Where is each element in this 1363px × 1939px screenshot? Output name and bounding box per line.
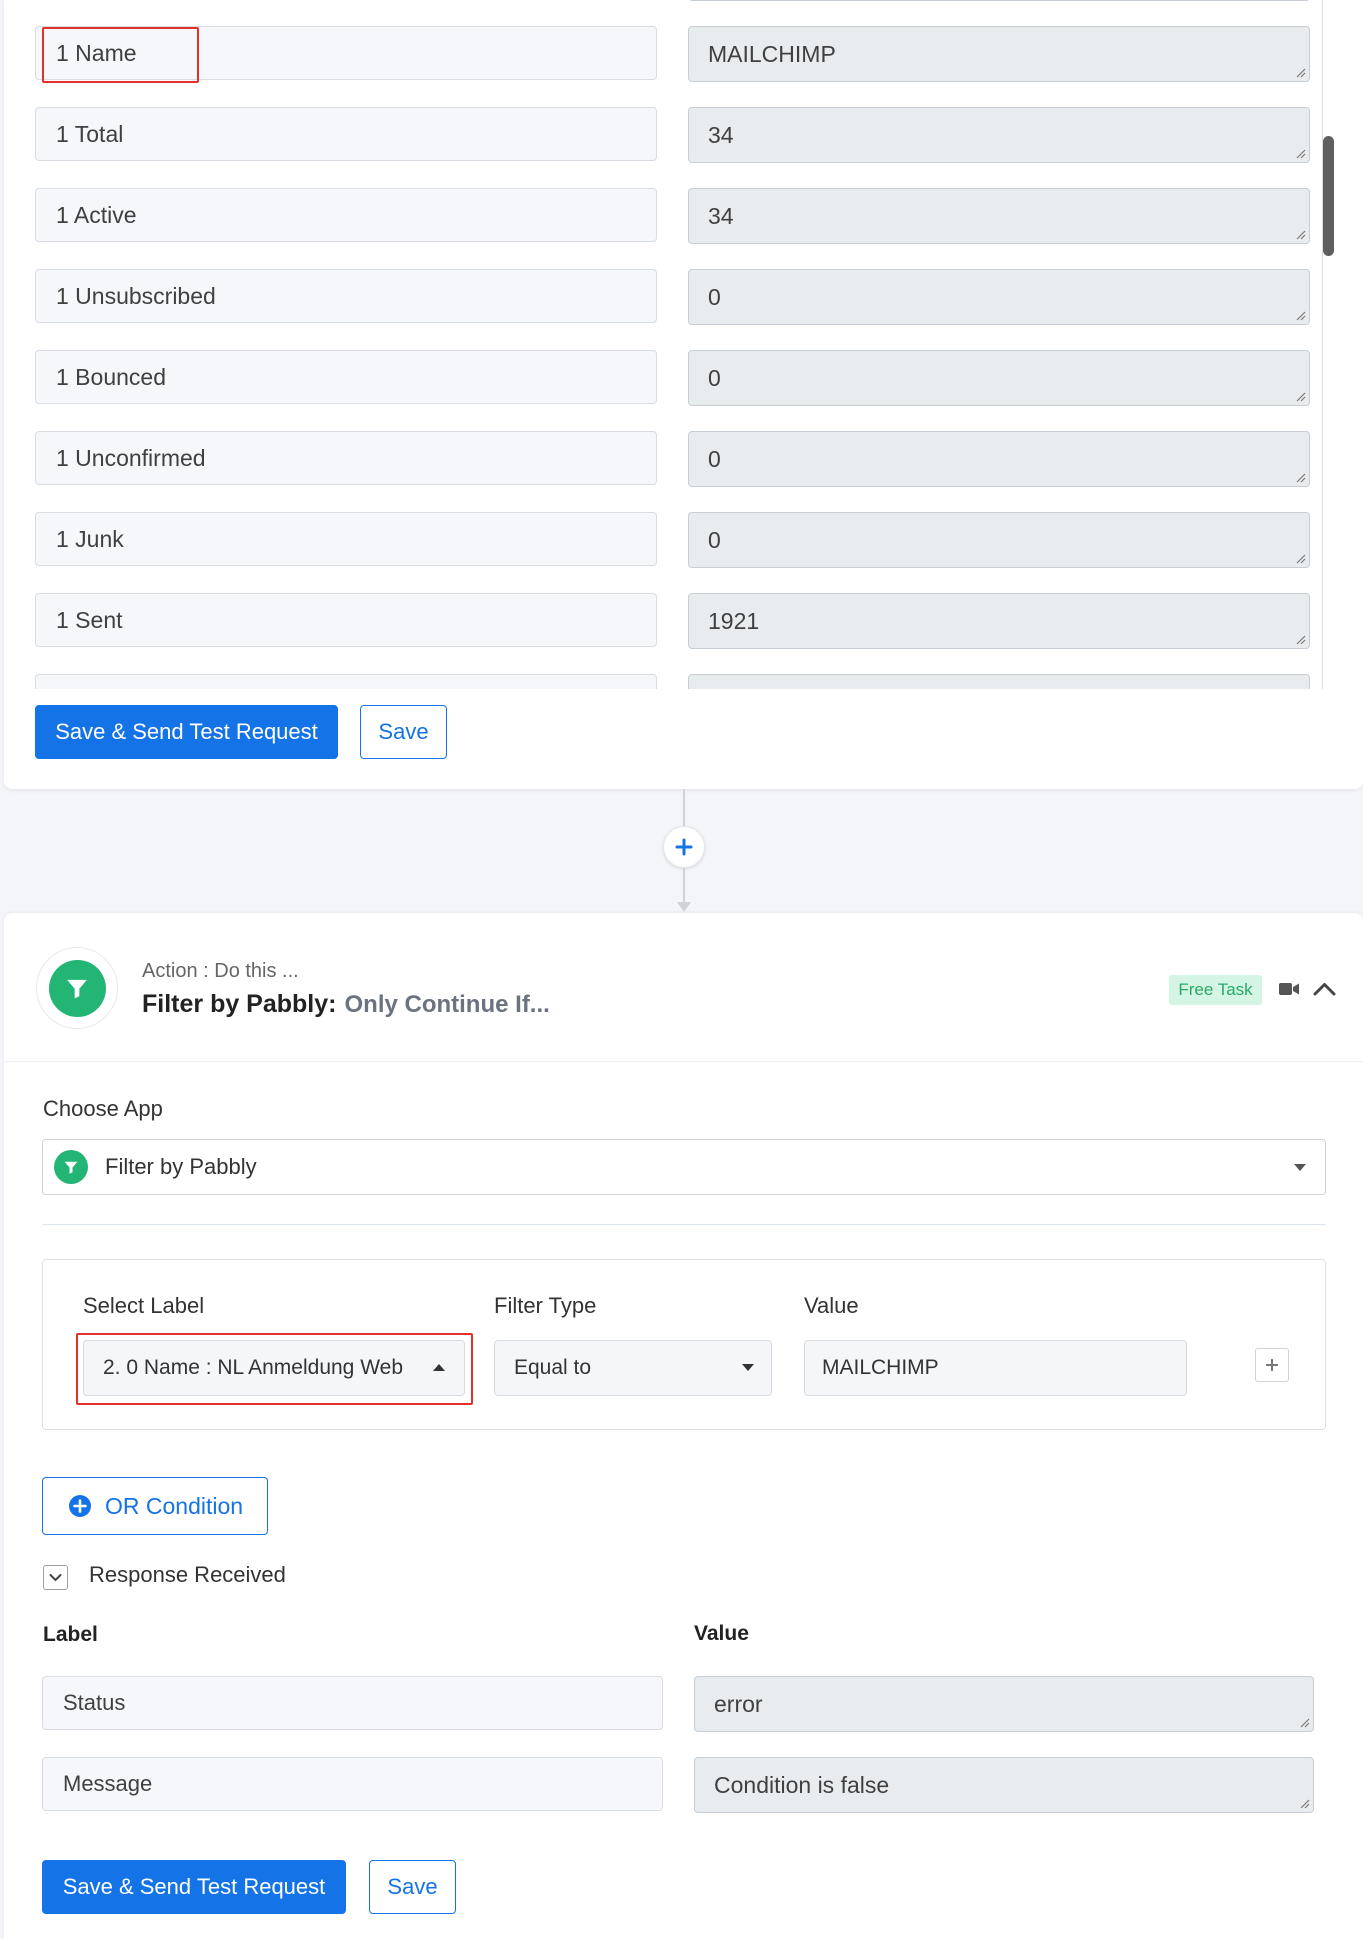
label-field-status[interactable]: Status	[42, 1676, 663, 1730]
label-field-bounced[interactable]: 1 Bounced	[35, 350, 657, 404]
value-field-partial[interactable]	[688, 0, 1310, 1]
response-label-header: Label	[43, 1623, 98, 1646]
value-field-active[interactable]: 34	[688, 188, 1310, 244]
filter-type-dropdown[interactable]: Equal to	[494, 1340, 772, 1396]
filter-type-header: Filter Type	[494, 1293, 597, 1318]
caret-down-icon	[742, 1364, 754, 1371]
resize-grip-icon[interactable]	[1295, 472, 1306, 483]
chevron-down-icon	[49, 1574, 62, 1582]
save-send-test-request-button[interactable]: Save & Send Test Request	[35, 705, 338, 759]
caret-up-icon	[433, 1364, 445, 1371]
value-field-junk[interactable]: 0	[688, 512, 1310, 568]
value-field-sent[interactable]: 1921	[688, 593, 1310, 649]
add-condition-button[interactable]	[1255, 1348, 1289, 1382]
response-received-label[interactable]: Response Received	[89, 1562, 286, 1588]
scrollbar-track[interactable]	[1322, 0, 1323, 689]
label-field-active[interactable]: 1 Active	[35, 188, 657, 242]
value-field-partial[interactable]	[688, 674, 1310, 689]
or-condition-label: OR Condition	[105, 1493, 244, 1519]
choose-app-select[interactable]: Filter by Pabbly	[42, 1139, 1326, 1195]
resize-grip-icon[interactable]	[1295, 67, 1306, 78]
step-caption: Action : Do this ...	[142, 960, 299, 982]
event-title: Only Continue If...	[344, 991, 550, 1018]
resize-grip-icon[interactable]	[1299, 1717, 1310, 1728]
value-field-status[interactable]: error	[694, 1676, 1314, 1732]
value-field-bounced[interactable]: 0	[688, 350, 1310, 406]
connector-line	[683, 868, 685, 903]
value-text: 0	[708, 527, 721, 553]
step-title[interactable]: Filter by Pabbly: Only Continue If...	[142, 989, 550, 1023]
save-button[interactable]: Save	[369, 1860, 456, 1914]
resize-grip-icon[interactable]	[1295, 634, 1306, 645]
plus-icon	[675, 838, 693, 856]
add-step-button[interactable]	[663, 826, 705, 868]
resize-grip-icon[interactable]	[1299, 1798, 1310, 1809]
select-label-value: 2. 0 Name : NL Anmeldung Web	[103, 1356, 403, 1379]
circle-plus-icon	[69, 1495, 91, 1517]
selected-app-text: Filter by Pabbly	[105, 1154, 257, 1179]
label-field-unsubscribed[interactable]: 1 Unsubscribed	[35, 269, 657, 323]
value-text: error	[714, 1691, 763, 1717]
funnel-icon	[48, 959, 106, 1017]
select-label-header: Select Label	[83, 1293, 205, 1318]
response-value-header: Value	[694, 1622, 749, 1645]
filter-condition-box: Select Label Filter Type Value 2. 0 Name…	[42, 1259, 1326, 1430]
value-field-message[interactable]: Condition is false	[694, 1757, 1314, 1813]
label-field-name[interactable]: 1 Name	[35, 26, 657, 80]
select-label-dropdown[interactable]: 2. 0 Name : NL Anmeldung Web	[83, 1340, 465, 1396]
caret-down-icon	[1294, 1164, 1306, 1171]
value-text: 0	[708, 446, 721, 472]
value-text: MAILCHIMP	[708, 41, 836, 67]
label-field-unconfirmed[interactable]: 1 Unconfirmed	[35, 431, 657, 485]
free-task-badge: Free Task	[1169, 975, 1262, 1005]
choose-app-label: Choose App	[43, 1096, 163, 1121]
header-divider	[4, 1061, 1363, 1062]
value-field-unconfirmed[interactable]: 0	[688, 431, 1310, 487]
filter-value-text: MAILCHIMP	[822, 1356, 939, 1379]
label-field-total[interactable]: 1 Total	[35, 107, 657, 161]
funnel-icon	[54, 1150, 88, 1184]
value-field-name[interactable]: MAILCHIMP	[688, 26, 1310, 82]
save-send-test-request-button[interactable]: Save & Send Test Request	[42, 1860, 346, 1914]
value-text: 0	[708, 365, 721, 391]
value-field-total[interactable]: 34	[688, 107, 1310, 163]
resize-grip-icon[interactable]	[1295, 148, 1306, 159]
resize-grip-icon[interactable]	[1295, 553, 1306, 564]
connector-arrow-icon	[677, 902, 691, 912]
label-field-message[interactable]: Message	[42, 1757, 663, 1811]
value-text: 34	[708, 122, 734, 148]
section-divider	[42, 1224, 1326, 1225]
label-field-partial[interactable]	[35, 674, 657, 689]
save-button[interactable]: Save	[360, 705, 447, 759]
or-condition-button[interactable]: OR Condition	[42, 1477, 268, 1535]
chevron-up-icon[interactable]	[1313, 981, 1336, 997]
scrollbar-thumb[interactable]	[1323, 136, 1334, 256]
response-fields-scroll-area[interactable]: 1 Name MAILCHIMP 1 Total 34 1 Active 34 …	[4, 0, 1320, 689]
resize-grip-icon[interactable]	[1295, 229, 1306, 240]
value-text: Condition is false	[714, 1772, 890, 1798]
filter-type-value: Equal to	[514, 1356, 592, 1379]
label-field-sent[interactable]: 1 Sent	[35, 593, 657, 647]
app-icon-ring	[36, 947, 118, 1029]
value-field-unsubscribed[interactable]: 0	[688, 269, 1310, 325]
response-card: 1 Name MAILCHIMP 1 Total 34 1 Active 34 …	[4, 0, 1363, 789]
resize-grip-icon[interactable]	[1295, 310, 1306, 321]
value-text: 0	[708, 284, 721, 310]
plus-icon	[1266, 1359, 1278, 1371]
resize-grip-icon[interactable]	[1295, 391, 1306, 402]
app-title: Filter by Pabbly:	[142, 990, 337, 1018]
label-field-junk[interactable]: 1 Junk	[35, 512, 657, 566]
value-header: Value	[804, 1293, 859, 1318]
connector-line	[683, 789, 685, 826]
video-camera-icon[interactable]	[1279, 982, 1299, 996]
filter-value-input[interactable]: MAILCHIMP	[804, 1340, 1187, 1396]
value-text: 34	[708, 203, 734, 229]
value-text: 1921	[708, 608, 760, 634]
response-toggle[interactable]	[43, 1565, 68, 1590]
action-step-card: Action : Do this ... Filter by Pabbly: On…	[4, 913, 1363, 1939]
